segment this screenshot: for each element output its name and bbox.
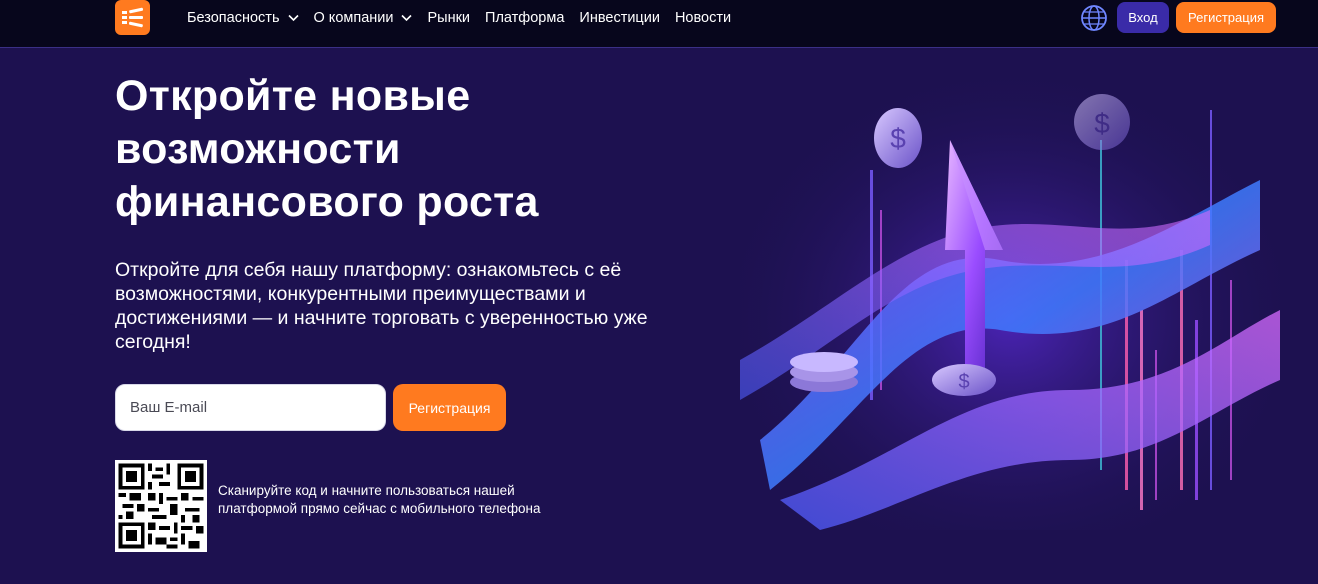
nav-item-label: Платформа: [485, 10, 565, 26]
dollar-coin-icon: $: [874, 108, 922, 168]
growth-arrow-illustration: $ $ $: [740, 60, 1280, 530]
svg-text:$: $: [1094, 108, 1110, 139]
nav-item-about[interactable]: О компании: [314, 9, 413, 27]
dollar-coin-icon: $: [1074, 94, 1130, 150]
chevron-down-icon: [287, 14, 299, 22]
nav-item-markets[interactable]: Рынки: [427, 9, 470, 27]
email-input[interactable]: [115, 384, 386, 431]
nav-item-label: Безопасность: [187, 10, 280, 26]
qr-description: Сканируйте код и начните пользоваться на…: [218, 483, 541, 516]
qr-code-image: [115, 460, 207, 552]
nav-item-platform[interactable]: Платформа: [485, 9, 564, 27]
nav-item-news[interactable]: Новости: [675, 9, 731, 27]
header-register-button[interactable]: Регистрация: [1176, 2, 1276, 33]
hero-title: Откройте новые возможности финансового р…: [115, 72, 539, 226]
nav-item-label: Рынки: [427, 10, 471, 26]
nav-item-investments[interactable]: Инвестиции: [579, 9, 660, 27]
nav-item-label: Инвестиции: [579, 10, 660, 26]
chevron-down-icon: [401, 14, 413, 22]
hero-register-button[interactable]: Регистрация: [393, 384, 506, 431]
dollar-coin-icon: $: [932, 364, 996, 396]
nav-item-label: О компании: [313, 10, 394, 26]
globe-icon[interactable]: [1080, 4, 1108, 32]
top-navigation-bar: Безопасность О компании Рынки Платформа …: [0, 0, 1318, 48]
coin-stack-icon: [790, 352, 858, 392]
login-button[interactable]: Вход: [1117, 2, 1169, 33]
nav-item-security[interactable]: Безопасность: [187, 9, 299, 27]
svg-text:$: $: [958, 371, 969, 393]
svg-text:$: $: [890, 123, 906, 154]
hero-subtitle: Откройте для себя нашу платформу: ознако…: [115, 259, 648, 353]
nav-item-label: Новости: [674, 10, 732, 26]
main-nav: Безопасность О компании Рынки Платформа …: [187, 9, 746, 27]
brand-logo-icon[interactable]: [115, 0, 150, 35]
